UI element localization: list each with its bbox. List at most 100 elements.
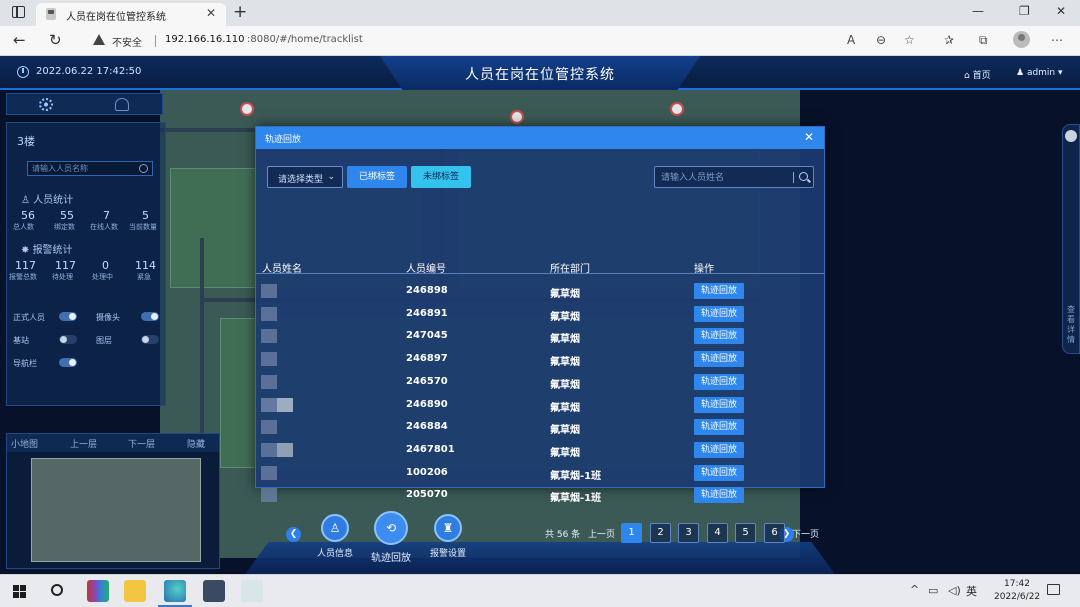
prev-floor-button[interactable]: 上一层 — [70, 437, 97, 450]
stats-title: ♙ 人员统计 — [21, 195, 74, 206]
person-icon[interactable] — [115, 98, 129, 111]
taskbar-search-icon[interactable] — [51, 584, 63, 596]
tray-expand-icon[interactable]: ^ — [910, 583, 919, 596]
remote-desktop-icon[interactable] — [203, 580, 225, 602]
track-playback-button[interactable]: 轨迹回放 — [694, 283, 744, 299]
security-label[interactable]: 不安全 — [112, 34, 142, 49]
window-minimize-icon[interactable]: — — [972, 4, 984, 18]
unbound-tag-button[interactable]: 未绑标签 — [411, 166, 471, 188]
profile-avatar-icon[interactable] — [1013, 31, 1030, 48]
close-icon[interactable]: ✕ — [804, 130, 814, 144]
read-aloud-icon[interactable]: A — [847, 33, 855, 47]
table-row: 246891 氟草烟 轨迹回放 — [256, 303, 824, 326]
dialog-title: 轨迹回放 — [265, 135, 302, 145]
mini-map-image[interactable] — [31, 458, 201, 562]
fan-icon[interactable] — [39, 98, 53, 111]
nav-track-playback[interactable]: 轨迹回放 — [361, 549, 421, 564]
mini-map-header: 小地图 上一层 下一层 隐藏 — [7, 434, 219, 452]
favorites-icon[interactable]: ✰ — [944, 33, 954, 47]
start-icon[interactable] — [13, 585, 26, 598]
network-icon[interactable]: ▭ — [928, 584, 938, 597]
page-6[interactable]: 6 — [764, 523, 785, 543]
back-icon[interactable]: ← — [13, 31, 26, 49]
pager-next[interactable]: 下一页 — [792, 527, 819, 540]
page-5[interactable]: 5 — [735, 523, 756, 543]
browser-tab-bar: 人员在岗在位管控系统 ✕ + — ❐ ✕ — [0, 0, 1080, 26]
search-icon[interactable] — [799, 172, 808, 181]
url-path[interactable]: :8080/#/home/tracklist — [247, 34, 363, 45]
type-select[interactable]: 请选择类型 ⌄ — [267, 166, 343, 188]
home-link[interactable]: ⌂ 首页 — [964, 68, 991, 81]
toggle-staff[interactable] — [59, 312, 77, 321]
right-side-drawer[interactable]: 查看详情 — [1062, 124, 1080, 354]
map-marker[interactable] — [510, 110, 524, 124]
drawer-toggle-icon[interactable] — [1065, 130, 1077, 142]
person-department: 氟草烟 — [550, 402, 580, 414]
notification-icon[interactable] — [1047, 584, 1060, 595]
tab-close-icon[interactable]: ✕ — [206, 6, 216, 20]
add-favorite-icon[interactable]: ☆ — [904, 33, 915, 47]
alarm-bell-icon[interactable]: ♜ — [434, 514, 462, 542]
toggle-navbar[interactable] — [59, 358, 77, 367]
bound-tag-button[interactable]: 已绑标签 — [347, 166, 407, 188]
stat-value: 56 — [21, 209, 35, 222]
alarm-value: 114 — [135, 259, 156, 272]
toggle-camera[interactable] — [141, 312, 159, 321]
user-menu[interactable]: ♟ admin ▾ — [1016, 68, 1063, 78]
history-icon[interactable]: ⟲ — [374, 511, 408, 545]
page-4[interactable]: 4 — [707, 523, 728, 543]
col-dept: 所在部门 — [550, 264, 590, 275]
window-close-icon[interactable]: ✕ — [1056, 4, 1066, 18]
refresh-icon[interactable]: ↻ — [49, 31, 62, 49]
toggle-base-station[interactable] — [59, 335, 77, 344]
nav-prev-arrow[interactable]: ❮ — [286, 527, 301, 542]
warning-icon[interactable] — [93, 34, 105, 45]
taskbar-clock[interactable]: 17:42 2022/6/22 — [994, 578, 1040, 604]
zoom-icon[interactable]: ⊖ — [876, 33, 886, 47]
track-playback-button[interactable]: 轨迹回放 — [694, 441, 744, 458]
edge-browser-icon[interactable] — [158, 580, 192, 607]
next-floor-button[interactable]: 下一层 — [128, 437, 155, 450]
person-info-icon[interactable]: ♙ — [321, 514, 349, 542]
nav-person-info[interactable]: 人员信息 — [305, 546, 365, 559]
input-language[interactable]: 英 — [966, 583, 977, 599]
archive-app-icon[interactable] — [87, 580, 109, 602]
map-marker[interactable] — [240, 102, 254, 116]
file-explorer-icon[interactable] — [124, 580, 146, 602]
more-menu-icon[interactable]: ⋯ — [1051, 33, 1063, 47]
hide-minimap-button[interactable]: 隐藏 — [187, 437, 205, 450]
page-1[interactable]: 1 — [621, 523, 642, 543]
track-playback-button[interactable]: 轨迹回放 — [694, 305, 744, 322]
collections-icon[interactable]: ⧉ — [979, 33, 988, 48]
person-name-redacted — [261, 397, 293, 412]
track-playback-button[interactable]: 轨迹回放 — [694, 464, 744, 481]
new-tab-icon[interactable]: + — [233, 2, 247, 22]
page-2[interactable]: 2 — [650, 523, 671, 543]
url-host[interactable]: 192.166.16.110 — [165, 34, 245, 45]
person-department: 氟草烟 — [550, 289, 580, 300]
stat-value: 7 — [103, 209, 110, 222]
map-marker[interactable] — [670, 102, 684, 116]
name-search-input[interactable] — [661, 171, 789, 184]
track-playback-button[interactable]: 轨迹回放 — [694, 419, 744, 436]
search-icon[interactable] — [139, 164, 148, 173]
tab-actions-icon[interactable] — [12, 6, 25, 18]
toggle-label: 图层 — [96, 336, 112, 345]
page-3[interactable]: 3 — [678, 523, 699, 543]
track-playback-button[interactable]: 轨迹回放 — [694, 328, 744, 345]
nav-alarm-settings[interactable]: 报警设置 — [418, 546, 478, 559]
app-pinned-icon[interactable] — [241, 580, 263, 602]
track-playback-button[interactable]: 轨迹回放 — [694, 373, 744, 390]
volume-icon[interactable]: ◁) — [948, 584, 961, 597]
person-search-input[interactable] — [28, 162, 132, 175]
pager-prev[interactable]: 上一页 — [588, 527, 615, 540]
track-playback-button[interactable]: 轨迹回放 — [694, 396, 744, 413]
track-playback-button[interactable]: 轨迹回放 — [694, 487, 744, 504]
name-search[interactable] — [654, 166, 814, 188]
person-search[interactable] — [27, 161, 153, 176]
browser-tab[interactable]: 人员在岗在位管控系统 ✕ — [36, 3, 226, 26]
stat-label: 绑定数 — [54, 223, 75, 231]
toggle-layer[interactable] — [141, 335, 159, 344]
window-maximize-icon[interactable]: ❐ — [1019, 4, 1030, 18]
track-playback-button[interactable]: 轨迹回放 — [694, 351, 744, 368]
